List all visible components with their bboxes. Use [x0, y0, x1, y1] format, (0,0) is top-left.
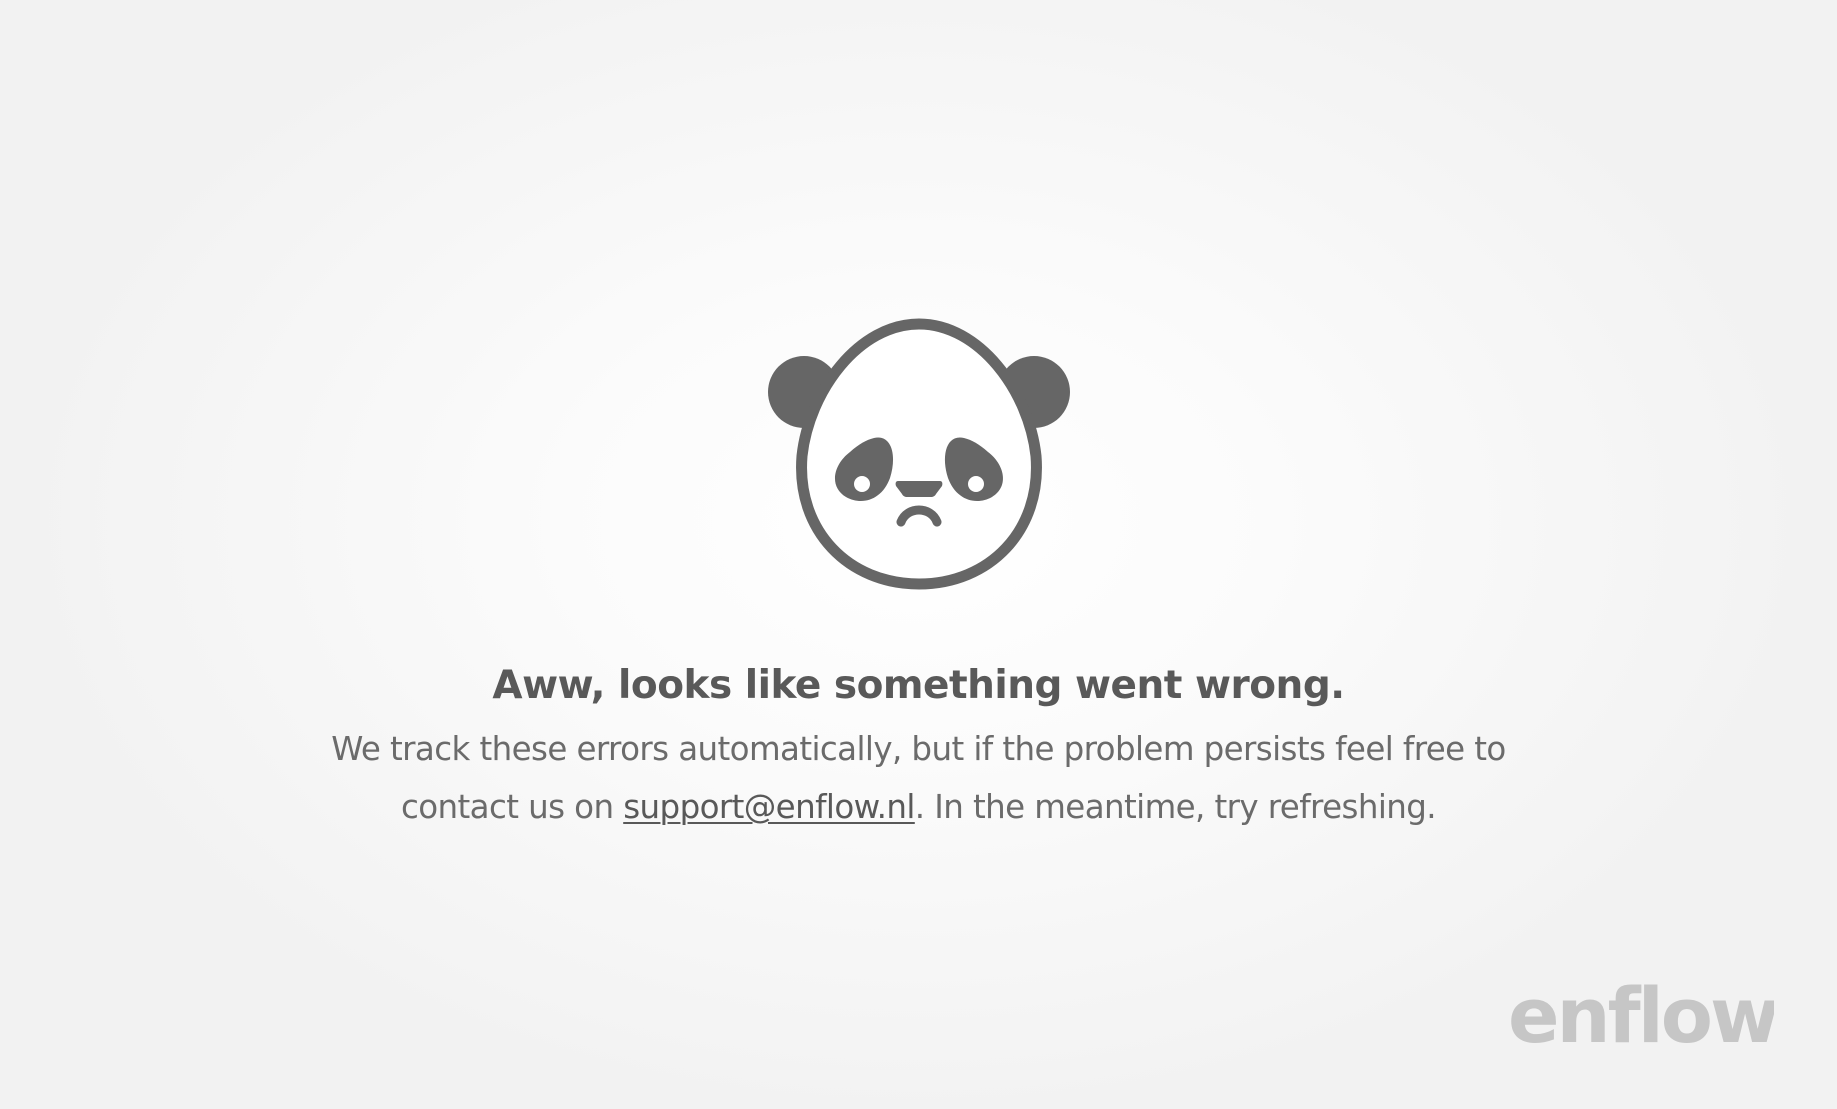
error-heading: Aww, looks like something went wrong. — [492, 663, 1345, 708]
error-content: Aww, looks like something went wrong. We… — [0, 316, 1837, 836]
error-message-text-end: . In the meantime, try refreshing. — [914, 788, 1437, 826]
error-message: We track these errors automatically, but… — [299, 720, 1539, 836]
enflow-logo: enflow — [1508, 982, 1774, 1052]
sad-panda-icon — [767, 318, 1070, 590]
error-page: { "error": { "illustration": "sad-panda-… — [0, 0, 1837, 1109]
logo-text: enflow — [1508, 982, 1774, 1052]
support-email-link[interactable]: support@enflow.nl — [623, 788, 915, 826]
